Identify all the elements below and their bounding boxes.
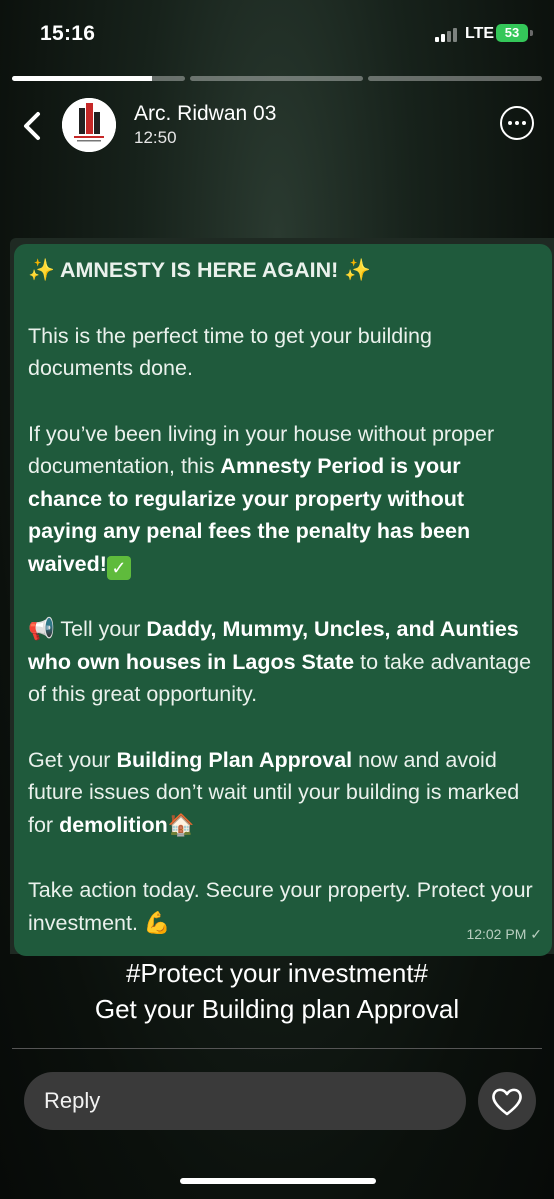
caption-line-1: #Protect your investment# (125, 958, 429, 988)
message-paragraph-3: 📢 Tell your Daddy, Mummy, Uncles, and Au… (28, 613, 538, 711)
status-time: 15:16 (40, 22, 96, 45)
message-paragraph-4: Get your Building Plan Approval now and … (28, 744, 538, 842)
house-icon: 🏠 (167, 812, 195, 837)
sparkles-icon: ✨ (28, 258, 55, 282)
check-icon: ✓ (530, 925, 542, 942)
contact-name: Arc. Ridwan 03 (134, 102, 277, 125)
more-options-button[interactable] (500, 106, 534, 140)
message-bubble: ✨ AMNESTY IS HERE AGAIN! ✨ This is the p… (14, 244, 552, 956)
sparkles-icon: ✨ (344, 258, 372, 282)
story-progress-2 (190, 76, 363, 81)
message-timestamp: 12:02 PM ✓ (466, 918, 542, 951)
story-header: Arc. Ridwan 03 12:50 (0, 96, 554, 156)
battery-icon: 53 (496, 24, 528, 42)
caption-line-2: Get your Building plan Approval (94, 994, 460, 1024)
flexed-biceps-icon: 💪 (143, 910, 171, 935)
status-bar: 15:16 LTE 53 (0, 0, 554, 70)
battery-cap (530, 30, 533, 36)
story-time: 12:50 (134, 128, 177, 147)
dot-icon (522, 121, 526, 125)
story-progress-fill (12, 76, 153, 81)
megaphone-icon: 📢 (28, 617, 55, 641)
dot-icon (515, 121, 519, 125)
text-span: Tell your (54, 617, 147, 641)
story-progress-3 (368, 76, 542, 81)
text-span: Get your (28, 747, 117, 772)
battery-level: 53 (504, 25, 520, 40)
network-type: LTE (465, 25, 495, 42)
dot-icon (508, 121, 512, 125)
company-logo-icon (62, 98, 116, 152)
message-paragraph-5: Take action today. Secure your property.… (28, 874, 538, 939)
chevron-left-icon (24, 112, 40, 140)
reply-field[interactable] (24, 1072, 466, 1130)
message-paragraph-1: This is the perfect time to get your bui… (28, 323, 432, 381)
story-progress-1 (12, 76, 185, 81)
check-mark-icon: ✓ (106, 555, 131, 580)
back-button[interactable] (18, 106, 50, 146)
text-span: Take action today. Secure your property.… (28, 878, 533, 935)
like-button[interactable] (478, 1072, 536, 1130)
bold-span: Building Plan Approval (116, 747, 353, 772)
signal-icon (435, 28, 461, 42)
timestamp-text: 12:02 PM (466, 925, 527, 942)
avatar[interactable] (62, 98, 116, 152)
heart-icon (492, 1088, 522, 1116)
divider (12, 1048, 542, 1049)
story-caption: #Protect your investment# Get your Build… (0, 955, 554, 1027)
message-title-line: ✨ AMNESTY IS HERE AGAIN! ✨ (28, 254, 538, 287)
message-title: AMNESTY IS HERE AGAIN! (59, 258, 339, 282)
message-paragraph-2: If you’ve been living in your house with… (28, 418, 538, 581)
reply-input[interactable] (24, 1072, 466, 1130)
home-indicator[interactable] (180, 1178, 376, 1184)
bold-span: demolition (59, 812, 168, 837)
